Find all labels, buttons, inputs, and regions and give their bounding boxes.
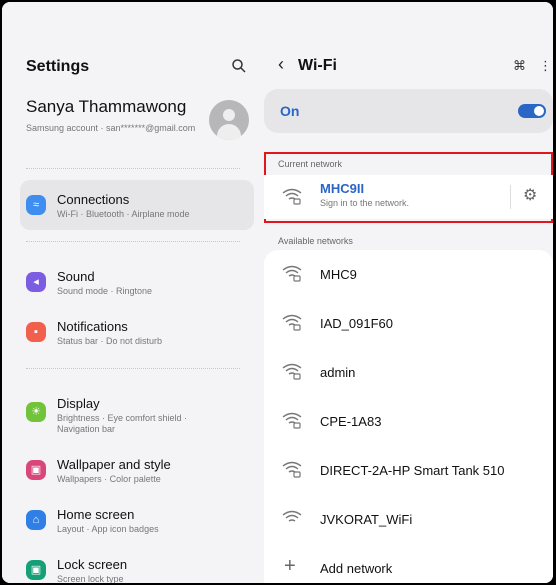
page-title: Wi-Fi bbox=[298, 57, 337, 74]
profile-name[interactable]: Sanya Thammawong bbox=[26, 97, 186, 117]
item-subtitle: Screen lock type bbox=[57, 574, 124, 583]
separator bbox=[510, 185, 511, 209]
notification-icon: ▪ bbox=[26, 322, 46, 342]
current-network-name: MHC9II bbox=[320, 181, 365, 196]
lock-icon: ▣ bbox=[26, 560, 46, 580]
add-network-row[interactable]: + Add network bbox=[264, 544, 553, 583]
settings-pane: Settings Sanya Thammawong Samsung accoun… bbox=[2, 2, 264, 583]
avatar-head bbox=[223, 109, 235, 121]
current-network-status: Sign in to the network. bbox=[320, 198, 410, 208]
profile-account: Samsung account · san*******@gmail.com bbox=[26, 123, 196, 133]
avatar-body bbox=[217, 124, 241, 140]
wifi-lock-icon bbox=[282, 188, 302, 205]
wifi-lock-icon bbox=[282, 265, 302, 282]
network-row[interactable]: IAD_091F60 bbox=[264, 299, 553, 348]
settings-item-connections[interactable]: ≈ Connections Wi-Fi · Bluetooth · Airpla… bbox=[20, 180, 254, 230]
back-arrow-icon[interactable]: ‹ bbox=[278, 54, 284, 75]
wifi-toggle[interactable] bbox=[518, 104, 546, 118]
wallpaper-icon: ▣ bbox=[26, 460, 46, 480]
network-row[interactable]: admin bbox=[264, 348, 553, 397]
item-subtitle: Brightness · Eye comfort shield · Naviga… bbox=[57, 413, 188, 434]
item-title: Connections bbox=[57, 192, 130, 207]
divider bbox=[26, 168, 240, 169]
divider bbox=[26, 368, 240, 369]
add-network-label: Add network bbox=[320, 561, 393, 576]
sun-icon: ☀ bbox=[26, 402, 46, 422]
item-title: Display bbox=[57, 396, 100, 411]
current-network-label: Current network bbox=[278, 159, 343, 169]
wifi-pane: ‹ Wi-Fi ⌘ ⋮ On Current network MHC9II Si… bbox=[264, 2, 553, 583]
settings-item-sound[interactable]: ◂ Sound Sound mode · Ringtone bbox=[20, 257, 254, 307]
settings-item-notifications[interactable]: ▪ Notifications Status bar · Do not dist… bbox=[20, 307, 254, 357]
wifi-lock-icon bbox=[282, 461, 302, 478]
item-title: Notifications bbox=[57, 319, 128, 334]
item-title: Wallpaper and style bbox=[57, 457, 171, 472]
item-title: Home screen bbox=[57, 507, 135, 522]
speaker-icon: ◂ bbox=[26, 272, 46, 292]
network-name: CPE-1A83 bbox=[320, 414, 382, 429]
toggle-knob bbox=[534, 106, 544, 116]
wifi-lock-icon bbox=[282, 363, 302, 380]
network-name: JVKORAT_WiFi bbox=[320, 512, 413, 527]
plus-icon: + bbox=[284, 555, 296, 577]
item-title: Lock screen bbox=[57, 557, 128, 572]
app-window: Settings Sanya Thammawong Samsung accoun… bbox=[2, 2, 553, 583]
wifi-lock-icon bbox=[282, 412, 302, 429]
item-subtitle: Wi-Fi · Bluetooth · Airplane mode bbox=[57, 209, 190, 219]
item-subtitle: Status bar · Do not disturb bbox=[57, 336, 163, 346]
current-network-row[interactable]: MHC9II Sign in to the network. ⚙ bbox=[264, 175, 553, 219]
gear-icon[interactable]: ⚙ bbox=[523, 185, 537, 205]
settings-item-display[interactable]: ☀ Display Brightness · Eye comfort shiel… bbox=[20, 384, 254, 440]
item-subtitle: Wallpapers · Color palette bbox=[57, 474, 161, 484]
avatar[interactable] bbox=[209, 100, 249, 140]
network-name: MHC9 bbox=[320, 267, 357, 282]
network-name: DIRECT-2A-HP Smart Tank 510 bbox=[320, 463, 505, 478]
item-subtitle: Layout · App icon badges bbox=[57, 524, 159, 534]
available-networks-label: Available networks bbox=[278, 236, 353, 246]
wifi-toggle-bar[interactable]: On bbox=[264, 89, 553, 133]
wifi-icon bbox=[282, 510, 302, 522]
settings-item-lock-screen[interactable]: ▣ Lock screen Screen lock type bbox=[20, 545, 254, 583]
wifi-lock-icon bbox=[282, 314, 302, 331]
network-row[interactable]: DIRECT-2A-HP Smart Tank 510 bbox=[264, 446, 553, 495]
settings-title: Settings bbox=[26, 58, 90, 75]
toggle-label: On bbox=[280, 103, 300, 119]
network-name: admin bbox=[320, 365, 356, 380]
qr-scan-icon[interactable]: ⌘ bbox=[513, 58, 526, 74]
item-title: Sound bbox=[57, 269, 95, 284]
settings-item-wallpaper[interactable]: ▣ Wallpaper and style Wallpapers · Color… bbox=[20, 445, 254, 495]
network-row[interactable]: JVKORAT_WiFi bbox=[264, 495, 553, 544]
network-name: IAD_091F60 bbox=[320, 316, 393, 331]
more-options-icon[interactable]: ⋮ bbox=[539, 58, 552, 74]
home-icon: ⌂ bbox=[26, 510, 46, 530]
settings-item-home-screen[interactable]: ⌂ Home screen Layout · App icon badges bbox=[20, 495, 254, 545]
network-row[interactable]: MHC9 bbox=[264, 250, 553, 299]
wifi-icon: ≈ bbox=[26, 195, 46, 215]
search-icon[interactable] bbox=[230, 57, 248, 75]
divider bbox=[26, 241, 240, 242]
item-subtitle: Sound mode · Ringtone bbox=[57, 286, 153, 296]
network-row[interactable]: CPE-1A83 bbox=[264, 397, 553, 446]
